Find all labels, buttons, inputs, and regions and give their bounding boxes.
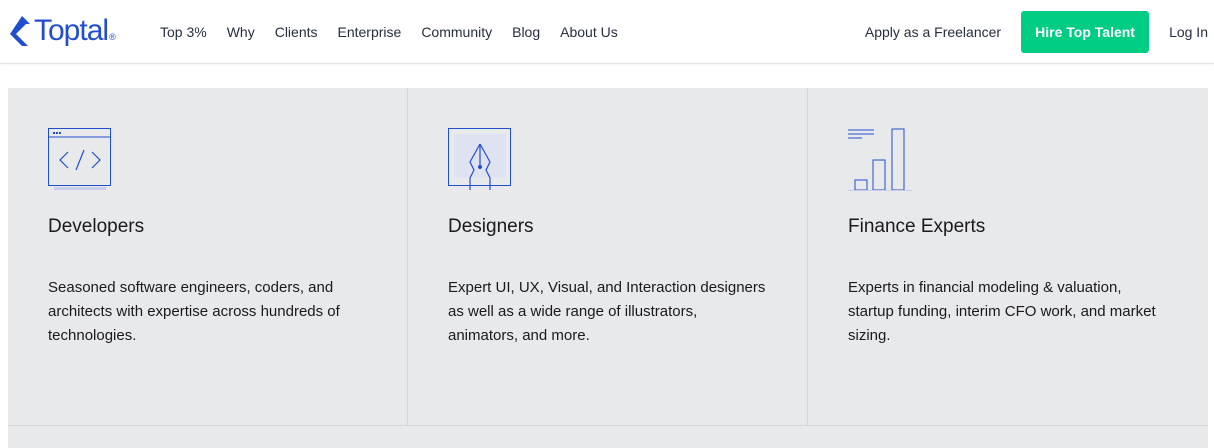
- hire-top-talent-button[interactable]: Hire Top Talent: [1021, 10, 1150, 53]
- code-window-icon: [48, 128, 111, 190]
- nav-item-enterprise[interactable]: Enterprise: [328, 24, 412, 40]
- nav-item-community[interactable]: Community: [411, 24, 502, 40]
- registered-mark: ®: [109, 32, 116, 42]
- nav-item-why[interactable]: Why: [217, 24, 265, 40]
- site-header: Toptal ® Top 3% Why Clients Enterprise C…: [0, 0, 1214, 64]
- bar-chart-icon: [848, 128, 912, 191]
- toptal-logo[interactable]: Toptal ®: [8, 14, 116, 48]
- card-description: Expert UI, UX, Visual, and Interaction d…: [448, 279, 766, 344]
- nav-item-about-us[interactable]: About Us: [550, 24, 628, 40]
- card-designers[interactable]: Designers Expert UI, UX, Visual, and Int…: [408, 88, 808, 426]
- nav-item-blog[interactable]: Blog: [502, 24, 550, 40]
- brand-name: Toptal: [34, 14, 109, 47]
- toptal-logo-icon: [10, 16, 30, 46]
- nav-item-clients[interactable]: Clients: [265, 24, 328, 40]
- header-actions: Apply as a Freelancer Hire Top Talent Lo…: [865, 0, 1208, 63]
- apply-freelancer-link[interactable]: Apply as a Freelancer: [865, 24, 1001, 40]
- pen-nib-icon: [448, 128, 511, 190]
- talent-grid: Developers Seasoned software engineers, …: [8, 88, 1208, 448]
- main-nav: Top 3% Why Clients Enterprise Community …: [150, 0, 628, 63]
- card-title: Developers: [48, 216, 145, 237]
- login-link[interactable]: Log In: [1169, 24, 1208, 40]
- card-developers[interactable]: Developers Seasoned software engineers, …: [8, 88, 408, 426]
- card-finance-experts[interactable]: Finance Experts Experts in financial mod…: [808, 88, 1208, 426]
- card-description: Experts in financial modeling & valuatio…: [848, 279, 1156, 344]
- nav-item-top-3[interactable]: Top 3%: [150, 24, 217, 40]
- card-description: Seasoned software engineers, coders, and…: [48, 279, 340, 344]
- card-title: Designers: [448, 216, 534, 237]
- card-title: Finance Experts: [848, 216, 986, 237]
